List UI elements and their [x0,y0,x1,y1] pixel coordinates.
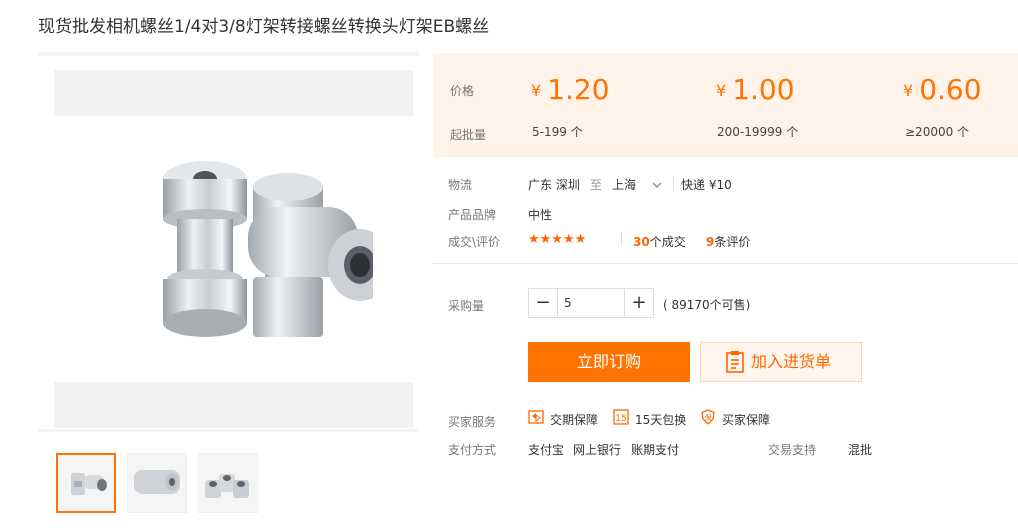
protect-badge: 保 [705,413,712,422]
tier-3-range: ≥20000 个 [905,125,970,139]
tier-3-price: ¥0.60 [903,73,982,106]
thumbnail-3[interactable] [198,453,258,513]
service-15-day-label: 15天包换 [635,413,687,427]
product-title: 现货批发相机螺丝1/4对3/8灯架转接螺丝转换头灯架EB螺丝 [38,17,490,37]
deal-count-suffix: 个成交 [649,235,686,249]
payment-method-bank: 网上银行 [573,443,622,457]
product-gallery [38,52,419,432]
gallery-top-line [38,52,419,56]
quantity-stepper: − + [528,288,654,318]
brand-value: 中性 [528,208,553,222]
service-protect-label: 买家保障 [722,413,771,427]
tier-2-currency: ¥ [716,81,727,100]
protect-icon: 保 [701,409,715,425]
thumbnail-1[interactable] [56,453,116,513]
moq-label: 起批量 [450,128,487,142]
purchase-list-icon [726,351,744,373]
thumbnail-2[interactable] [127,453,187,513]
payment-method-alipay: 支付宝 [528,443,565,457]
purchase-label: 采购量 [448,299,485,313]
gallery-top-band [54,70,413,116]
logistics-shipping: 快递 ¥10 [681,178,732,192]
trade-support-label: 交易支持 [768,443,817,457]
service-exchange-label: 交期保障 [550,413,599,427]
review-count-suffix: 条评价 [714,235,751,249]
add-to-cart-label: 加入进货单 [751,352,832,371]
quantity-minus-button[interactable]: − [529,289,558,317]
chevron-down-icon [652,182,662,188]
product-main-image[interactable] [113,157,373,347]
quantity-plus-button[interactable]: + [624,289,653,317]
tier-1-range: 5-199 个 [532,125,583,139]
thumbnail-3-image [205,474,249,498]
logistics-from: 广东 深圳 [528,178,580,192]
price-label: 价格 [450,84,475,98]
logistics-destination: 上海 [612,178,637,192]
logistics-separator [673,176,674,190]
payment-label: 支付方式 [448,443,497,457]
tier-3-currency: ¥ [903,81,914,100]
tier-2-price-value: 1.00 [732,73,795,106]
tier-1-price: ¥1.20 [531,73,610,106]
tier-2-price: ¥1.00 [716,73,795,106]
15-day-icon: 15 [613,409,629,425]
tier-3-price-value: 0.60 [919,73,982,106]
tier-2-range: 200-19999 个 [717,125,799,139]
15-day-badge: 15 [615,414,626,424]
logistics-label: 物流 [448,178,473,192]
deal-count: 30 [633,235,650,249]
buy-now-button[interactable]: 立即订购 [528,342,690,382]
tier-1-price-value: 1.20 [547,73,610,106]
services-label: 买家服务 [448,415,497,429]
add-to-cart-button[interactable]: 加入进货单 [700,342,862,382]
brand-label: 产品品牌 [448,208,497,222]
deals-label: 成交\评价 [448,235,501,249]
review-count-link[interactable]: 9条评价 [706,233,750,250]
thumbnail-1-image [71,473,107,495]
gallery-bottom-line [38,429,419,432]
gallery-bottom-band [54,382,413,428]
logistics-destination-select[interactable]: 上海 [612,176,662,193]
exchange-icon [528,410,544,424]
section-divider [433,263,1018,264]
thumbnail-2-image [134,470,180,494]
logistics-to-word: 至 [590,178,603,192]
trade-support-value: 混批 [848,443,873,457]
rating-stars: ★★★★★ [528,232,587,247]
quantity-input[interactable] [559,289,623,317]
available-stock: ( 89170个可售) [663,298,751,312]
price-panel: 价格 起批量 ¥1.20 5-199 个 ¥1.00 200-19999 个 ¥… [433,53,1018,157]
payment-method-credit: 账期支付 [631,443,680,457]
deals-separator [621,232,622,246]
deal-count-link[interactable]: 30个成交 [633,233,686,250]
tier-1-currency: ¥ [531,81,542,100]
